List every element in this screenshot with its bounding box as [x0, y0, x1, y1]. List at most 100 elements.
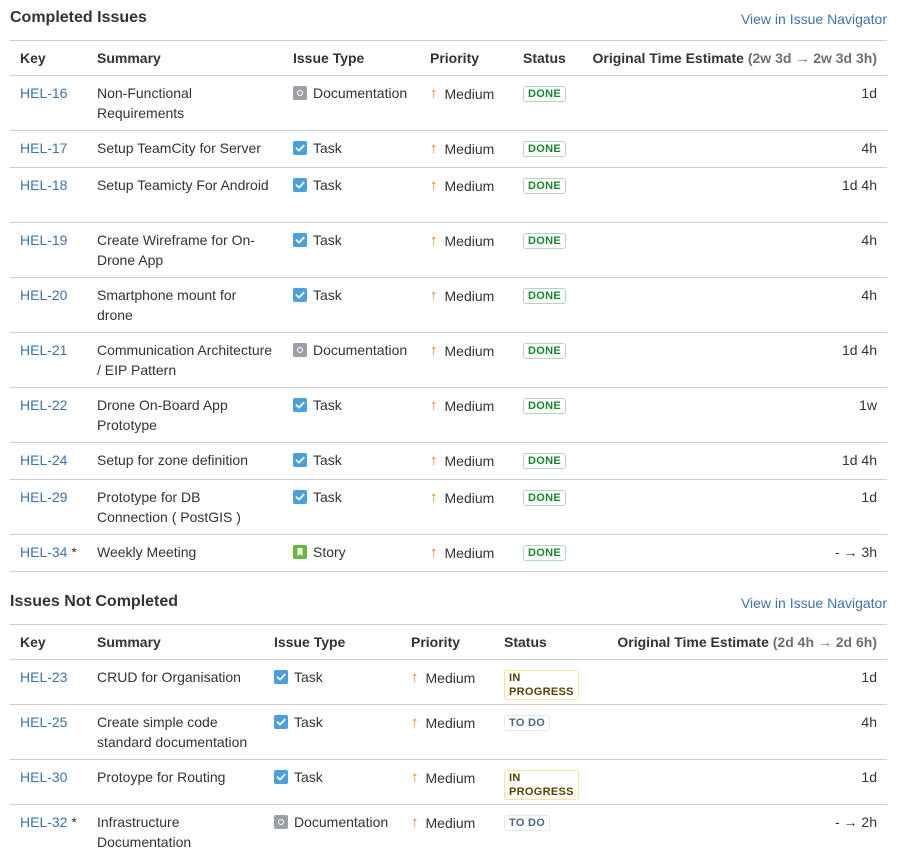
status-badge: TO DO: [504, 815, 551, 831]
table-row[interactable]: HEL-16 Non-Functional Requirements Docume…: [10, 75, 887, 131]
documentation-icon: [293, 343, 307, 357]
not-completed-issues-title: Issues Not Completed: [10, 593, 179, 610]
cell-issue-type: Task: [283, 130, 420, 168]
table-row[interactable]: HEL-30 Protoype for Routing Task ↑ Medium IN…: [10, 759, 887, 805]
issue-key-link[interactable]: HEL-30: [20, 769, 67, 785]
column-header-status[interactable]: Status: [494, 624, 584, 660]
cell-issue-type: Task: [283, 222, 420, 278]
completed-view-in-navigator-link[interactable]: View in Issue Navigator: [741, 11, 887, 27]
table-row[interactable]: HEL-20 Smartphone mount for drone Task ↑ Me…: [10, 277, 887, 333]
column-header-status[interactable]: Status: [513, 40, 576, 76]
cell-summary: Setup for zone definition: [87, 442, 283, 480]
table-row[interactable]: HEL-25 Create simple code standard docum…: [10, 704, 887, 760]
table-row[interactable]: HEL-32 * Infrastructure Documentation Docu…: [10, 804, 887, 850]
issue-key-link[interactable]: HEL-29: [20, 489, 67, 505]
task-icon: [274, 670, 288, 684]
column-header-key[interactable]: Key: [10, 40, 87, 76]
cell-summary: Setup Teamicty For Android: [87, 167, 283, 223]
not-completed-issues-header: Issues Not Completed View in Issue Navig…: [10, 584, 887, 624]
cell-estimate: 1d: [584, 659, 887, 705]
issue-key-link[interactable]: HEL-32: [20, 814, 67, 830]
status-badge: DONE: [523, 545, 566, 561]
column-header-estimate[interactable]: Original Time Estimate (2d 4h → 2d 6h): [584, 624, 887, 660]
cell-priority: ↑ Medium: [420, 277, 513, 333]
priority-label: Medium: [444, 343, 495, 359]
issue-key-link[interactable]: HEL-21: [20, 342, 67, 358]
issue-key-link[interactable]: HEL-20: [20, 287, 67, 303]
cell-summary: Weekly Meeting: [87, 534, 283, 572]
status-badge: DONE: [523, 233, 566, 249]
cell-priority: ↑ Medium: [401, 804, 494, 850]
cell-estimate: 1d: [584, 759, 887, 805]
column-header-issue-type[interactable]: Issue Type: [283, 40, 420, 76]
cell-summary: Setup TeamCity for Server: [87, 130, 283, 168]
cell-status: DONE: [513, 534, 576, 572]
table-row[interactable]: HEL-22 Drone On-Board App Prototype Task ↑…: [10, 387, 887, 443]
status-badge: IN PROGRESS: [504, 670, 579, 700]
issue-key-link[interactable]: HEL-18: [20, 177, 67, 193]
cell-status: DONE: [513, 442, 576, 480]
cell-priority: ↑ Medium: [401, 659, 494, 705]
column-header-summary[interactable]: Summary: [87, 624, 264, 660]
task-icon: [293, 398, 307, 412]
task-icon: [274, 715, 288, 729]
table-row[interactable]: HEL-21 Communication Architecture / EIP …: [10, 332, 887, 388]
not-completed-view-in-navigator-link[interactable]: View in Issue Navigator: [741, 595, 887, 611]
cell-key: HEL-34 *: [10, 534, 87, 572]
issue-type-label: Task: [313, 452, 342, 468]
added-after-start-marker: *: [71, 544, 77, 560]
table-row[interactable]: HEL-29 Prototype for DB Connection ( Pos…: [10, 479, 887, 535]
task-icon: [293, 178, 307, 192]
not-completed-issues-body: HEL-23 CRUD for Organisation Task ↑ Medium I…: [10, 659, 887, 850]
issue-key-link[interactable]: HEL-25: [20, 714, 67, 730]
cell-summary: Communication Architecture / EIP Pattern: [87, 332, 283, 388]
priority-medium-arrow-icon: ↑: [430, 489, 438, 506]
issue-key-link[interactable]: HEL-19: [20, 232, 67, 248]
cell-estimate: - → 3h: [576, 534, 887, 572]
cell-summary: Smartphone mount for drone: [87, 277, 283, 333]
cell-status: DONE: [513, 387, 576, 443]
table-row[interactable]: HEL-18 Setup Teamicty For Android Task ↑ Me…: [10, 167, 887, 223]
column-header-issue-type[interactable]: Issue Type: [264, 624, 401, 660]
cell-priority: ↑ Medium: [420, 534, 513, 572]
column-header-summary[interactable]: Summary: [87, 40, 283, 76]
cell-priority: ↑ Medium: [420, 332, 513, 388]
issue-type-label: Task: [313, 397, 342, 413]
task-icon: [293, 490, 307, 504]
cell-estimate: 1d: [576, 75, 887, 131]
table-row[interactable]: HEL-19 Create Wireframe for On-Drone App…: [10, 222, 887, 278]
issue-key-link[interactable]: HEL-16: [20, 85, 67, 101]
table-row[interactable]: HEL-23 CRUD for Organisation Task ↑ Medium I…: [10, 659, 887, 705]
column-header-key[interactable]: Key: [10, 624, 87, 660]
priority-label: Medium: [444, 233, 495, 249]
cell-priority: ↑ Medium: [401, 759, 494, 805]
cell-priority: ↑ Medium: [420, 479, 513, 535]
issue-key-link[interactable]: HEL-24: [20, 452, 67, 468]
column-header-estimate[interactable]: Original Time Estimate (2w 3d → 2w 3d 3h…: [576, 40, 887, 76]
cell-key: HEL-18: [10, 167, 87, 223]
priority-medium-arrow-icon: ↑: [430, 544, 438, 561]
issue-key-link[interactable]: HEL-22: [20, 397, 67, 413]
table-row[interactable]: HEL-34 * Weekly Meeting Story ↑ Medium DONE - …: [10, 534, 887, 572]
column-header-priority[interactable]: Priority: [401, 624, 494, 660]
issue-key-link[interactable]: HEL-34: [20, 544, 67, 560]
estimate-header-label: Original Time Estimate: [592, 50, 744, 66]
cell-summary: CRUD for Organisation: [87, 659, 264, 705]
estimate-header-range: (2w 3d → 2w 3d 3h): [747, 50, 877, 66]
priority-medium-arrow-icon: ↑: [430, 452, 438, 469]
cell-issue-type: Task: [283, 167, 420, 223]
priority-label: Medium: [444, 178, 495, 194]
table-row[interactable]: HEL-24 Setup for zone definition Task ↑ Med…: [10, 442, 887, 480]
cell-issue-type: Documentation: [264, 804, 401, 850]
table-row[interactable]: HEL-17 Setup TeamCity for Server Task ↑ Med…: [10, 130, 887, 168]
issue-key-link[interactable]: HEL-17: [20, 140, 67, 156]
status-badge: IN PROGRESS: [504, 770, 579, 800]
estimate-header-label: Original Time Estimate: [617, 634, 769, 650]
priority-label: Medium: [444, 490, 495, 506]
issue-key-link[interactable]: HEL-23: [20, 669, 67, 685]
task-icon: [274, 770, 288, 784]
cell-estimate: 1d: [576, 479, 887, 535]
priority-label: Medium: [425, 770, 476, 786]
column-header-priority[interactable]: Priority: [420, 40, 513, 76]
status-badge: DONE: [523, 453, 566, 469]
